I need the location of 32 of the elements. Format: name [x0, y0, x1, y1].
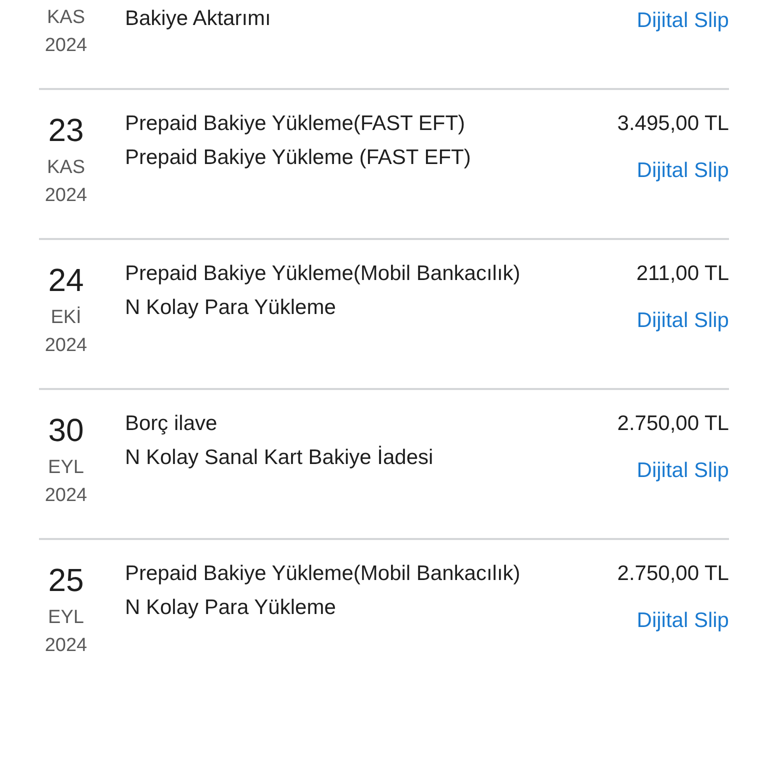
- digital-slip-link[interactable]: Dijital Slip: [636, 304, 729, 338]
- amount-text: 211,00 TL: [636, 261, 729, 287]
- amount-text: 3.495,00 TL: [617, 111, 729, 137]
- transaction-description: Prepaid Bakiye Yükleme(FAST EFT): [125, 111, 466, 137]
- year-label: 2024: [44, 484, 88, 508]
- amount-text: 2.750,00 TL: [617, 561, 729, 587]
- transaction-description: Borç ilave: [125, 411, 218, 437]
- day-number: 25: [48, 562, 84, 598]
- day-number: 30: [48, 412, 84, 448]
- month-label: EYL: [48, 606, 84, 630]
- month-label: EKİ: [50, 306, 82, 330]
- day-number: 24: [48, 262, 84, 298]
- year-label: 2024: [44, 184, 88, 208]
- transaction-description: N Kolay Sanal Kart Bakiye İadesi: [125, 444, 434, 471]
- year-label: 2024: [44, 334, 88, 358]
- transaction-description: Prepaid Bakiye Yükleme (FAST EFT): [125, 145, 472, 171]
- transaction-description: Bakiye Aktarımı: [125, 6, 272, 32]
- transaction-description: Prepaid Bakiye Yükleme(Mobil Bankacılık): [125, 261, 522, 287]
- amount-text: 2.750,00 TL: [617, 411, 729, 437]
- transaction-description: N Kolay Para Yükleme: [125, 595, 337, 621]
- month-label: KAS: [46, 6, 86, 30]
- transaction-description: N Kolay Para Yükleme: [125, 295, 337, 321]
- month-label: EYL: [48, 456, 84, 480]
- year-label: 2024: [44, 634, 88, 658]
- digital-slip-link[interactable]: Dijital Slip: [636, 604, 729, 638]
- digital-slip-link[interactable]: Dijital Slip: [636, 454, 729, 488]
- day-number: 23: [48, 112, 84, 148]
- month-label: KAS: [46, 156, 86, 180]
- year-label: 2024: [44, 34, 88, 58]
- transaction-description: Prepaid Bakiye Yükleme(Mobil Bankacılık): [125, 561, 522, 587]
- digital-slip-link[interactable]: Dijital Slip: [636, 4, 729, 38]
- digital-slip-link[interactable]: Dijital Slip: [636, 154, 729, 188]
